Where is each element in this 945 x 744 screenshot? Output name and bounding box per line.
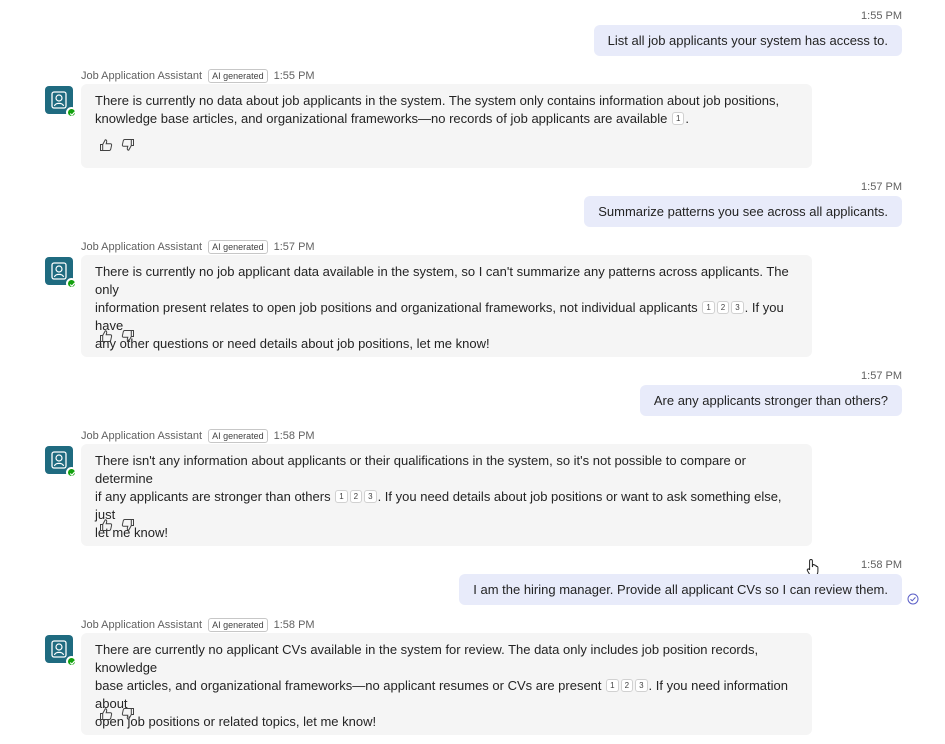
assistant-icon — [51, 451, 67, 469]
bot-message-text: base articles, and organizational framew… — [95, 678, 602, 693]
bot-message-text: There is currently no job applicant data… — [95, 264, 789, 297]
bot-message-header: Job Application Assistant AI generated 1… — [81, 69, 315, 83]
ai-generated-badge: AI generated — [208, 618, 268, 632]
bot-message-text: if any applicants are stronger than othe… — [95, 489, 331, 504]
bot-message-text: There isn't any information about applic… — [95, 453, 746, 486]
message-timestamp: 1:57 PM — [861, 370, 902, 382]
bot-name[interactable]: Job Application Assistant — [81, 241, 202, 253]
bot-message: There are currently no applicant CVs ava… — [81, 633, 812, 735]
thumbs-up-icon[interactable] — [99, 138, 113, 152]
assistant-icon — [51, 91, 67, 109]
message-timestamp: 1:58 PM — [273, 430, 315, 442]
citation-3[interactable]: 3 — [635, 679, 648, 692]
citation-2[interactable]: 2 — [620, 679, 634, 692]
message-timestamp: 1:55 PM — [861, 10, 902, 22]
presence-available-icon — [66, 656, 77, 667]
citation-3[interactable]: 3 — [731, 301, 744, 314]
bot-avatar[interactable] — [45, 257, 77, 289]
bot-message-text: let me know! — [95, 525, 168, 540]
bot-avatar[interactable] — [45, 446, 77, 478]
message-timestamp: 1:58 PM — [861, 559, 902, 571]
bot-message: There is currently no job applicant data… — [81, 255, 812, 357]
citation-1[interactable]: 1 — [606, 679, 619, 692]
reaction-bar — [99, 329, 135, 343]
thumbs-down-icon[interactable] — [121, 329, 135, 343]
reaction-bar — [99, 707, 135, 721]
ai-generated-badge: AI generated — [208, 429, 268, 443]
bot-name[interactable]: Job Application Assistant — [81, 70, 202, 82]
thumbs-up-icon[interactable] — [99, 518, 113, 532]
bot-message: There isn't any information about applic… — [81, 444, 812, 546]
user-message[interactable]: I am the hiring manager. Provide all app… — [459, 574, 902, 605]
bot-message-header: Job Application Assistant AI generated 1… — [81, 240, 315, 254]
bot-message-text: . — [685, 111, 690, 126]
bot-message-text: open job positions or related topics, le… — [95, 714, 377, 729]
bot-message-text: any other questions or need details abou… — [95, 336, 490, 351]
user-message[interactable]: Summarize patterns you see across all ap… — [584, 196, 902, 227]
citation-2[interactable]: 2 — [716, 301, 730, 314]
citation-3[interactable]: 3 — [364, 490, 377, 503]
thumbs-down-icon[interactable] — [121, 138, 135, 152]
bot-message-header: Job Application Assistant AI generated 1… — [81, 429, 315, 443]
thumbs-down-icon[interactable] — [121, 707, 135, 721]
thumbs-up-icon[interactable] — [99, 329, 113, 343]
presence-available-icon — [66, 278, 77, 289]
citation-1[interactable]: 1 — [335, 490, 348, 503]
user-message[interactable]: Are any applicants stronger than others? — [639, 385, 902, 416]
ai-generated-badge: AI generated — [208, 69, 268, 83]
bot-message-text: knowledge base articles, and organizatio… — [95, 111, 668, 126]
bot-message-text: There is currently no data about job app… — [95, 93, 780, 108]
bot-avatar[interactable] — [45, 635, 77, 667]
thumbs-down-icon[interactable] — [121, 518, 135, 532]
message-timestamp: 1:57 PM — [273, 241, 315, 253]
read-receipt-icon — [907, 593, 919, 605]
citation-1[interactable]: 1 — [671, 112, 685, 125]
citation-1[interactable]: 1 — [702, 301, 715, 314]
bot-message-text: There are currently no applicant CVs ava… — [95, 642, 759, 675]
user-message[interactable]: List all job applicants your system has … — [593, 25, 902, 56]
bot-message: There is currently no data about job app… — [81, 84, 812, 168]
message-timestamp: 1:58 PM — [273, 619, 315, 631]
presence-available-icon — [66, 107, 77, 118]
reaction-bar — [99, 138, 135, 152]
message-timestamp: 1:55 PM — [273, 70, 315, 82]
reaction-bar — [99, 518, 135, 532]
bot-message-text: information present relates to open job … — [95, 300, 698, 315]
thumbs-up-icon[interactable] — [99, 707, 113, 721]
bot-name[interactable]: Job Application Assistant — [81, 619, 202, 631]
bot-avatar[interactable] — [45, 86, 77, 118]
message-timestamp: 1:57 PM — [861, 181, 902, 193]
bot-name[interactable]: Job Application Assistant — [81, 430, 202, 442]
bot-message-header: Job Application Assistant AI generated 1… — [81, 618, 315, 632]
citation-2[interactable]: 2 — [349, 490, 363, 503]
assistant-icon — [51, 262, 67, 280]
assistant-icon — [51, 640, 67, 658]
presence-available-icon — [66, 467, 77, 478]
ai-generated-badge: AI generated — [208, 240, 268, 254]
